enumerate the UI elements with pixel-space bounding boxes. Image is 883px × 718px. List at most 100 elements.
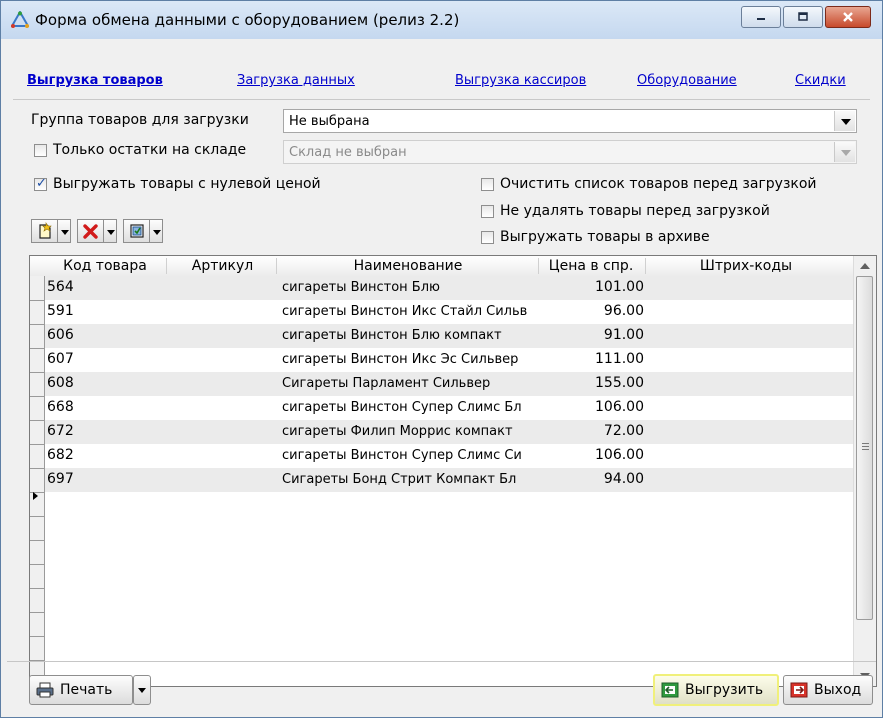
cell-name: сигареты Винстон Блю [282,280,440,295]
no-delete-checkbox[interactable]: Не удалять товары перед загрузкой [481,203,770,219]
cell-name: Сигареты Бонд Стрит Компакт Бл [282,472,517,487]
clear-list-checkbox[interactable]: Очистить список товаров перед загрузкой [481,176,817,192]
cell-code: 672 [47,423,74,439]
select-tool-group [123,219,163,243]
zero-price-label: Выгружать товары с нулевой ценой [53,176,321,192]
scroll-thumb[interactable] [856,276,873,620]
cell-code: 606 [47,327,74,343]
checkbox-box[interactable] [34,143,47,157]
cell-price: 106.00 [595,399,644,415]
stock-only-label: Только остатки на складе [53,142,247,158]
tab-bar: Выгрузка товаров Загрузка данных Выгрузк… [7,63,876,88]
print-dropdown[interactable] [133,675,151,705]
minimize-button[interactable] [741,6,781,28]
table-row[interactable]: 564 сигареты Винстон Блю 101.00 [45,276,854,300]
archive-checkbox[interactable]: Выгружать товары в архиве [481,229,710,245]
table-row[interactable]: 607 сигареты Винстон Икс Эс Сильвер 111.… [45,348,854,372]
cell-code: 697 [47,471,74,487]
table-row[interactable]: 591 сигареты Винстон Икс Стайл Сильв 96.… [45,300,854,324]
column-header-barcodes[interactable]: Штрих-коды [646,258,846,274]
tab-equipment[interactable]: Оборудование [637,73,737,88]
column-header-code[interactable]: Код товара [45,258,165,274]
cell-code: 607 [47,351,74,367]
export-label: Выгрузить [685,682,764,698]
table-row[interactable]: 672 сигареты Филип Моррис компакт 72.00 [45,420,854,444]
checkbox-box[interactable] [481,230,494,244]
cell-price: 106.00 [595,447,644,463]
delete-icon [82,224,98,239]
cell-price: 94.00 [603,471,644,487]
print-label: Печать [60,682,113,698]
title-bar[interactable]: Форма обмена данными с оборудованием (ре… [1,1,882,39]
select-dropdown[interactable] [149,219,163,243]
window-title: Форма обмена данными с оборудованием (ре… [35,11,460,29]
tab-separator [13,99,870,100]
delete-tool-group [77,219,117,243]
exit-label: Выход [814,682,862,698]
checkbox-box[interactable] [481,204,494,218]
goods-group-value: Не выбрана [289,114,370,129]
add-button[interactable] [31,219,57,243]
maximize-icon [798,12,808,21]
cell-code: 591 [47,303,74,319]
cell-name: сигареты Филип Моррис компакт [282,424,513,439]
add-tool-group [31,219,71,243]
exit-button[interactable]: Выход [783,675,873,705]
cell-price: 72.00 [603,423,644,439]
close-button[interactable] [825,6,871,28]
chevron-down-icon[interactable] [834,111,855,131]
cell-name: сигареты Винстон Блю компакт [282,328,502,343]
zero-price-checkbox[interactable]: Выгружать товары с нулевой ценой [34,176,321,192]
table-row[interactable]: 608 Сигареты Парламент Сильвер 155.00 [45,372,854,396]
footer-separator [7,661,876,662]
goods-group-select[interactable]: Не выбрана [283,109,857,133]
cell-name: сигареты Винстон Икс Эс Сильвер [282,352,519,367]
checkbox-box[interactable] [34,176,47,191]
tab-load-data[interactable]: Загрузка данных [237,73,355,88]
close-icon [843,12,853,22]
cell-name: сигареты Винстон Супер Слимс Бл [282,400,522,415]
tab-export-cashiers[interactable]: Выгрузка кассиров [455,73,586,88]
select-icon [129,224,144,238]
exit-icon [790,682,808,698]
goods-group-label: Группа товаров для загрузки [31,112,249,128]
stock-only-checkbox[interactable]: Только остатки на складе [34,142,246,158]
cell-code: 668 [47,399,74,415]
select-button[interactable] [123,219,149,243]
column-header-article[interactable]: Артикул [170,258,275,274]
maximize-button[interactable] [783,6,823,28]
delete-dropdown[interactable] [103,219,117,243]
print-button[interactable]: Печать [29,675,133,705]
table-row[interactable]: 682 сигареты Винстон Супер Слимс Си 106.… [45,444,854,468]
warehouse-placeholder: Склад не выбран [289,145,407,160]
archive-label: Выгружать товары в архиве [500,229,710,245]
app-window: Форма обмена данными с оборудованием (ре… [0,0,883,718]
column-header-price[interactable]: Цена в спр. [538,258,644,274]
export-button[interactable]: Выгрузить [653,674,779,706]
goods-table: Код товара Артикул Наименование Цена в с… [29,255,877,687]
table-row[interactable]: 668 сигареты Винстон Супер Слимс Бл 106.… [45,396,854,420]
delete-button[interactable] [77,219,103,243]
current-row-pointer-icon [33,492,38,500]
table-row[interactable]: 606 сигареты Винстон Блю компакт 91.00 [45,324,854,348]
add-dropdown[interactable] [57,219,71,243]
column-header-name[interactable]: Наименование [278,258,538,274]
clear-list-label: Очистить список товаров перед загрузкой [500,176,817,192]
cell-name: сигареты Винстон Икс Стайл Сильв [282,304,528,319]
table-header: Код товара Артикул Наименование Цена в с… [30,256,854,277]
chevron-down-icon [834,142,855,162]
tab-export-goods[interactable]: Выгрузка товаров [27,73,163,88]
minimize-icon [757,18,765,20]
scroll-up-icon[interactable] [860,263,870,269]
export-icon [661,682,679,698]
network-icon [11,11,29,28]
row-indicator-column [30,276,45,686]
no-delete-label: Не удалять товары перед загрузкой [500,203,770,219]
checkbox-box[interactable] [481,177,494,191]
table-row[interactable]: 697 Сигареты Бонд Стрит Компакт Бл 94.00 [45,468,854,492]
table-scrollbar[interactable] [853,256,876,686]
cell-price: 96.00 [603,303,644,319]
tab-discounts[interactable]: Скидки [795,73,846,88]
cell-price: 101.00 [595,279,644,295]
warehouse-select: Склад не выбран [283,140,857,164]
